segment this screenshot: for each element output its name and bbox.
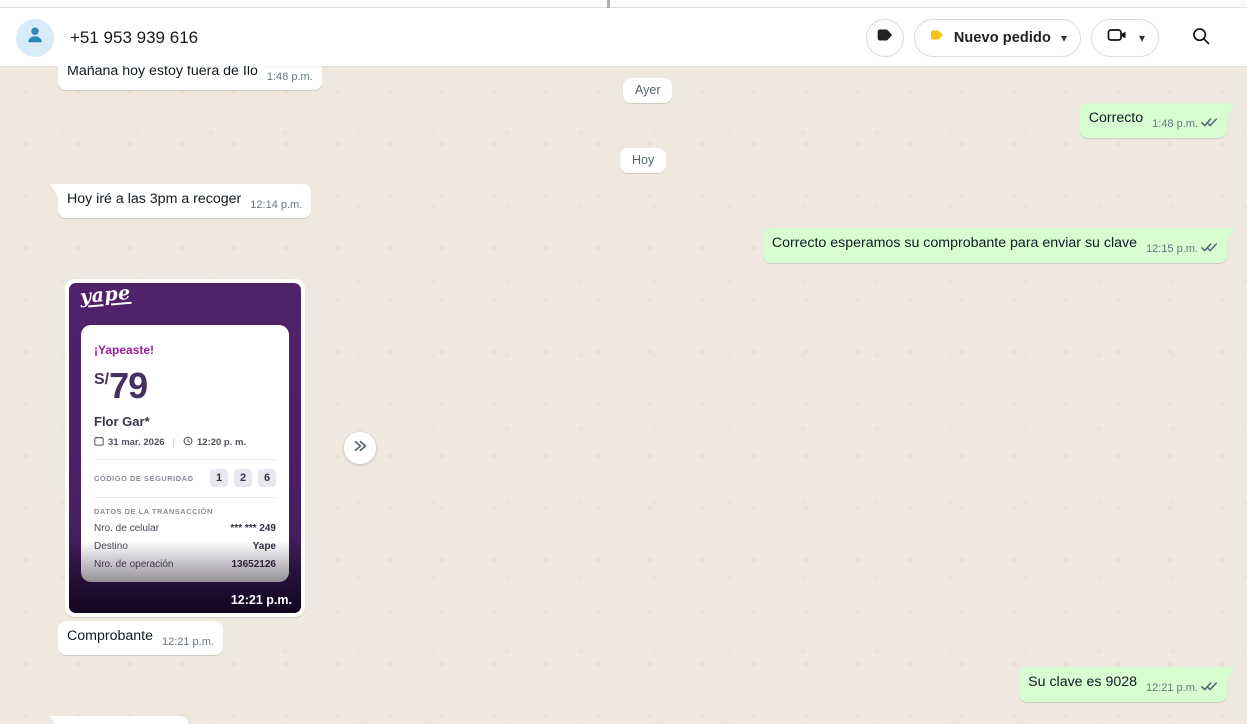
forward-message-button[interactable] [344,432,376,464]
security-code-label: CÓDIGO DE SEGURIDAD [94,473,194,483]
row-value: *** *** 249 [230,523,276,534]
avatar[interactable] [16,18,54,57]
clock-icon [183,436,193,449]
order-status-label: Nuevo pedido [953,29,1051,46]
message-time: 1:48 p.m. [266,71,313,83]
message-outgoing[interactable]: Correcto 1:48 p.m. [1079,103,1236,138]
divider [94,497,276,498]
security-code-row: CÓDIGO DE SEGURIDAD 1 2 6 [94,469,276,487]
yape-receipt-image: yape ¡Yapeaste! S/ 79 Flor Gar* 31 mar. … [69,283,301,613]
payee-name: Flor Gar* [94,414,150,429]
code-digit: 2 [234,469,252,487]
date-divider: Ayer [623,78,673,103]
message-outgoing[interactable]: Correcto esperamos su comprobante para e… [762,228,1236,263]
message-image[interactable]: yape ¡Yapeaste! S/ 79 Flor Gar* 31 mar. … [65,279,305,617]
chevron-down-icon: ▾ [1138,30,1145,45]
transaction-row: Nro. de operación 13652126 [94,559,276,570]
receipt-title: ¡Yapeaste! [94,343,155,357]
receipt-card: ¡Yapeaste! S/ 79 Flor Gar* 31 mar. 2026 … [81,325,289,582]
window-top-strip [0,0,1247,8]
yellow-tag-icon [928,26,946,49]
chevron-down-icon: ▾ [1060,30,1067,45]
message-meta: 12:14 p.m. [250,196,302,215]
chat-messages-panel: Mañana hoy estoy fuera de Ilo 1:48 p.m. A… [0,66,1247,724]
row-label: Destino [94,541,128,552]
receipt-amount: S/ 79 [94,368,276,404]
yape-logo: yape [79,283,132,309]
message-text: Hoy iré a las 3pm a recoger [67,191,242,207]
message-time: 12:14 p.m. [250,199,303,211]
label-tag-icon [874,24,896,51]
row-label: Nro. de operación [94,559,174,570]
transaction-row: Destino Yape [94,541,276,552]
security-code-digits: 1 2 6 [210,469,276,487]
message-text: Su clave es 9028 [1028,674,1138,690]
calendar-icon [94,436,104,449]
divider [94,459,276,460]
double-check-icon [1201,116,1218,135]
receipt-date: 31 mar. 2026 [108,437,165,448]
person-icon [23,23,47,52]
contact-name[interactable]: +51 953 939 616 [70,28,198,48]
video-camera-icon [1105,23,1129,52]
code-digit: 6 [258,469,276,487]
double-check-icon [1201,680,1218,699]
message-meta: 12:15 p.m. [1146,240,1218,260]
row-value: Yape [252,541,276,552]
message-meta: 12:21 p.m. [162,633,214,652]
message-time: 12:15 p.m. [1146,243,1198,255]
video-call-dropdown[interactable]: ▾ [1090,18,1159,57]
receipt-time: 12:20 p. m. [197,437,247,448]
transaction-section-label: DATOS DE LA TRANSACCIÓN [94,507,213,516]
search-icon [1190,25,1212,50]
search-button[interactable] [1181,18,1221,58]
double-check-icon [1201,241,1218,260]
message-incoming[interactable]: Hoy iré a las 3pm a recoger 12:14 p.m. [49,184,312,218]
message-incoming[interactable]: Mañana hoy estoy fuera de Ilo 1:48 p.m. [58,66,322,90]
code-digit: 1 [210,469,228,487]
message-time: 12:21 p.m. [1146,682,1198,694]
message-text: Comprobante [67,628,153,644]
scrollbar-tick[interactable] [607,0,610,8]
message-time: 12:21 p.m. [161,636,214,648]
message-text: Correcto [1088,110,1144,126]
message-text: Correcto esperamos su comprobante para e… [771,235,1138,251]
chat-header: +51 953 939 616 Nuevo pedido ▾ ▾ [0,9,1247,66]
order-status-dropdown[interactable]: Nuevo pedido ▾ [913,18,1081,57]
receipt-datetime: 31 mar. 2026 | 12:20 p. m. [94,436,276,449]
forward-icon [350,438,370,459]
message-meta: 1:48 p.m. [1152,115,1218,135]
message-meta: 1:48 p.m. [267,68,313,87]
image-timestamp: 12:21 p.m. [230,593,292,607]
date-divider: Hoy [620,148,667,173]
header-controls: Nuevo pedido ▾ ▾ [865,18,1221,58]
message-incoming-partial[interactable] [50,716,188,724]
separator: | [172,437,175,448]
message-text: Mañana hoy estoy fuera de Ilo [67,66,258,79]
row-value: 13652126 [231,559,277,570]
row-label: Nro. de celular [94,523,160,534]
currency-symbol: S/ [94,371,110,388]
transaction-row: Nro. de celular *** *** 249 [94,523,276,534]
label-filter-button[interactable] [865,18,904,57]
message-incoming[interactable]: Comprobante 12:21 p.m. [58,621,223,655]
amount-value: 79 [109,365,148,406]
message-meta: 12:21 p.m. [1146,679,1218,699]
message-time: 1:48 p.m. [1152,118,1198,130]
message-outgoing[interactable]: Su clave es 9028 12:21 p.m. [1019,667,1235,702]
